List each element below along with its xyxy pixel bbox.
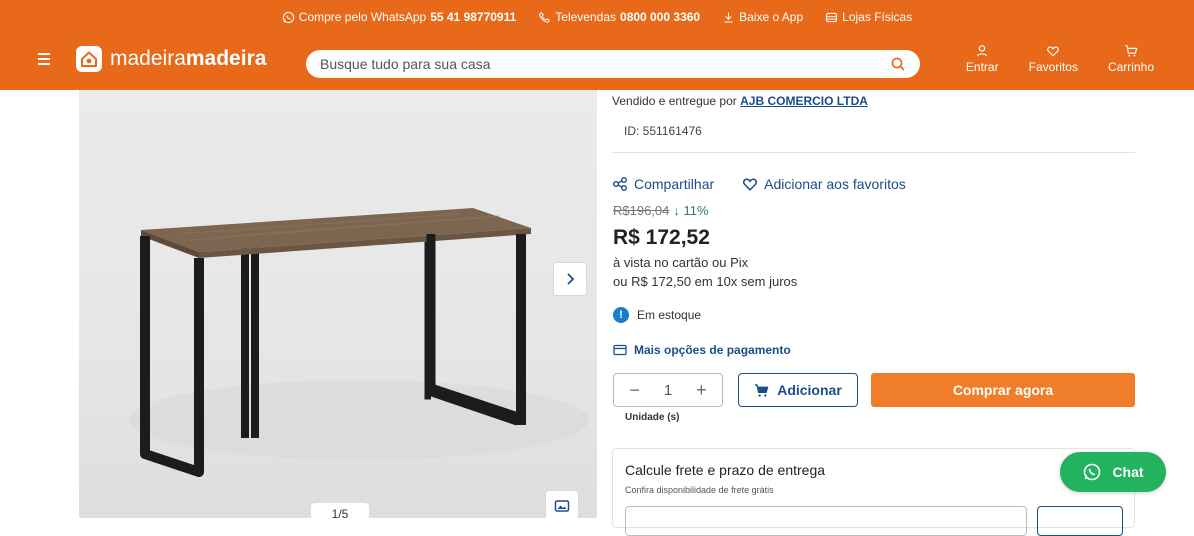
product-id: ID: 551161476 bbox=[624, 124, 702, 138]
add-favorite-label: Adicionar aos favoritos bbox=[764, 176, 906, 192]
user-icon bbox=[977, 45, 988, 57]
login-label: Entrar bbox=[965, 60, 999, 74]
heart-icon bbox=[1047, 46, 1060, 57]
share-button[interactable]: Compartilhar bbox=[612, 176, 714, 192]
product-image bbox=[129, 208, 589, 477]
cart-button[interactable]: Carrinho bbox=[1108, 44, 1154, 74]
header-actions: Entrar Favoritos Carrinho bbox=[966, 44, 1154, 74]
login-button[interactable]: Entrar bbox=[966, 44, 999, 74]
search-bar bbox=[306, 50, 920, 78]
gallery-view-button[interactable] bbox=[545, 490, 579, 518]
favorites-button[interactable]: Favoritos bbox=[1029, 44, 1078, 74]
download-icon bbox=[724, 12, 733, 22]
discount-badge: ↓ 11% bbox=[673, 203, 709, 218]
cart-filled-icon bbox=[755, 383, 769, 397]
whatsapp-label: Compre pelo WhatsApp bbox=[298, 10, 427, 24]
televendas-label: Televendas bbox=[555, 10, 617, 24]
quantity-value[interactable]: 1 bbox=[664, 382, 672, 399]
whatsapp-icon bbox=[282, 11, 294, 23]
current-price: R$ 172,52 bbox=[613, 226, 710, 249]
add-to-cart-label: Adicionar bbox=[777, 382, 842, 398]
seller-link[interactable]: AJB COMERCIO LTDA bbox=[740, 94, 868, 108]
product-actions: Compartilhar Adicionar aos favoritos bbox=[612, 176, 906, 192]
card-icon bbox=[613, 344, 627, 356]
freight-title: Calcule frete e prazo de entrega bbox=[625, 462, 826, 478]
old-price: R$196,04 bbox=[613, 203, 670, 218]
buy-now-button[interactable]: Comprar agora bbox=[871, 373, 1135, 407]
favorites-label: Favoritos bbox=[1028, 60, 1078, 74]
info-icon: ! bbox=[613, 307, 629, 323]
image-icon bbox=[554, 500, 570, 512]
unit-label: Unidade (s) bbox=[625, 412, 680, 423]
site-logo[interactable]: madeiramadeira bbox=[76, 42, 266, 76]
decrease-quantity-button[interactable]: − bbox=[623, 380, 647, 401]
add-to-cart-button[interactable]: Adicionar bbox=[738, 373, 858, 407]
chevron-right-icon bbox=[567, 273, 575, 285]
top-bar: Compre pelo WhatsApp 55 41 98770911 Tele… bbox=[0, 0, 1194, 34]
search-icon[interactable] bbox=[890, 56, 906, 72]
phone-icon bbox=[539, 11, 551, 23]
download-app-link[interactable]: Baixe o App bbox=[722, 10, 803, 24]
divider bbox=[612, 152, 1135, 153]
stock-status: ! Em estoque bbox=[613, 307, 701, 323]
menu-icon[interactable] bbox=[38, 50, 56, 68]
add-favorite-button[interactable]: Adicionar aos favoritos bbox=[742, 176, 906, 192]
stores-link[interactable]: Lojas Físicas bbox=[825, 10, 912, 24]
logo-house-icon bbox=[76, 46, 102, 72]
main-bar: madeiramadeira Entrar Favoritos Carrinho bbox=[0, 40, 1194, 86]
whatsapp-link[interactable]: Compre pelo WhatsApp 55 41 98770911 bbox=[282, 10, 517, 24]
brand-light-text: madeira bbox=[110, 47, 186, 70]
freight-subtitle: Confira disponibilidade de frete grátis bbox=[625, 485, 774, 495]
chat-button[interactable]: Chat bbox=[1060, 452, 1166, 492]
product-gallery: 1/5 bbox=[79, 90, 597, 518]
share-icon bbox=[613, 177, 627, 191]
share-label: Compartilhar bbox=[634, 176, 715, 192]
increase-quantity-button[interactable]: + bbox=[689, 380, 713, 401]
seller-info: Vendido e entregue por AJB COMERCIO LTDA bbox=[612, 94, 868, 108]
store-icon bbox=[826, 12, 838, 22]
sold-by-prefix: Vendido e entregue por bbox=[612, 94, 737, 108]
stock-label: Em estoque bbox=[637, 308, 702, 322]
more-payment-options-link[interactable]: Mais opções de pagamento bbox=[613, 343, 791, 357]
payment-condition: à vista no cartão ou Pix bbox=[613, 255, 749, 270]
quantity-stepper: − 1 + bbox=[613, 373, 723, 407]
calculate-freight-button[interactable] bbox=[1037, 506, 1123, 536]
freight-calculator: Calcule frete e prazo de entrega Confira… bbox=[612, 448, 1135, 536]
installments-text: ou R$ 172,50 em 10x sem juros bbox=[613, 274, 798, 289]
heart-outline-icon bbox=[743, 178, 758, 191]
download-app-label: Baixe o App bbox=[739, 10, 804, 24]
chat-label: Chat bbox=[1112, 464, 1144, 480]
televendas-number: 0800 000 3360 bbox=[620, 10, 701, 24]
cep-input[interactable] bbox=[625, 506, 1027, 536]
image-counter: 1/5 bbox=[311, 503, 369, 518]
old-price-row: R$196,04 ↓ 11% bbox=[613, 203, 709, 218]
whatsapp-number: 55 41 98770911 bbox=[430, 10, 517, 24]
whatsapp-chat-icon bbox=[1084, 463, 1101, 481]
cart-icon bbox=[1125, 45, 1138, 57]
brand-bold-text: madeira bbox=[185, 47, 267, 70]
cart-label: Carrinho bbox=[1107, 60, 1154, 74]
search-input[interactable] bbox=[320, 56, 890, 72]
televendas-link[interactable]: Televendas 0800 000 3360 bbox=[538, 10, 700, 24]
more-payment-label: Mais opções de pagamento bbox=[634, 343, 791, 357]
stores-label: Lojas Físicas bbox=[842, 10, 913, 24]
site-header: Compre pelo WhatsApp 55 41 98770911 Tele… bbox=[0, 0, 1194, 90]
next-image-button[interactable] bbox=[553, 262, 587, 296]
